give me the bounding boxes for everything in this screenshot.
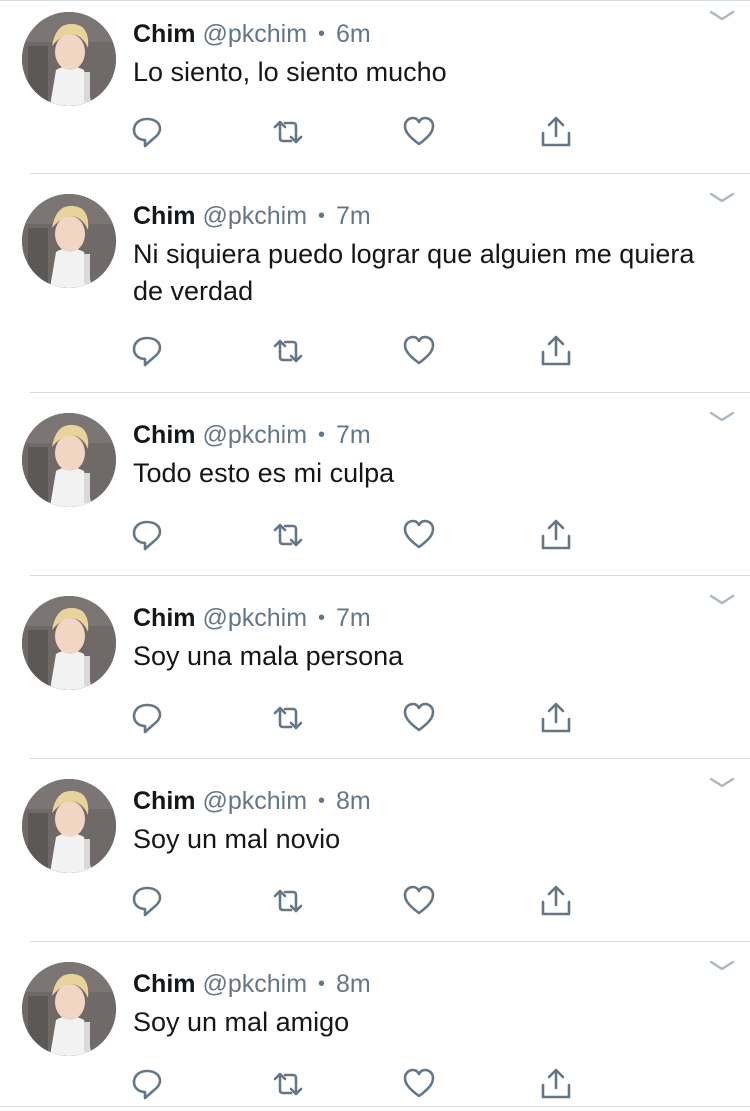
avatar[interactable] bbox=[22, 413, 116, 507]
avatar[interactable] bbox=[22, 12, 116, 106]
avatar-image bbox=[22, 596, 116, 690]
reply-icon[interactable] bbox=[130, 115, 164, 149]
heart-icon[interactable] bbox=[402, 334, 436, 368]
chevron-down-icon[interactable] bbox=[708, 958, 736, 974]
tweet-divider bbox=[30, 392, 750, 393]
bottom-divider bbox=[0, 1106, 750, 1107]
display-name[interactable]: Chim bbox=[133, 20, 196, 48]
separator-dot: • bbox=[317, 23, 325, 45]
tweet-header: Chim @pkchim • 7m bbox=[133, 200, 371, 234]
display-name[interactable]: Chim bbox=[133, 421, 196, 449]
chevron-down-icon[interactable] bbox=[708, 775, 736, 791]
heart-icon[interactable] bbox=[402, 1067, 436, 1101]
handle[interactable]: @pkchim bbox=[202, 421, 307, 449]
chevron-down-icon[interactable] bbox=[708, 592, 736, 608]
avatar[interactable] bbox=[22, 194, 116, 288]
reply-icon[interactable] bbox=[130, 884, 164, 918]
tweet-header: Chim @pkchim • 7m bbox=[133, 602, 371, 636]
timestamp[interactable]: 8m bbox=[336, 787, 371, 815]
share-icon[interactable] bbox=[539, 115, 573, 149]
timestamp[interactable]: 6m bbox=[336, 20, 371, 48]
heart-icon[interactable] bbox=[402, 518, 436, 552]
share-icon[interactable] bbox=[539, 701, 573, 735]
retweet-icon[interactable] bbox=[271, 884, 305, 918]
separator-dot: • bbox=[317, 973, 325, 995]
tweet[interactable]: Chim @pkchim • 6m Lo siento, lo siento m… bbox=[0, 0, 750, 174]
separator-dot: • bbox=[317, 790, 325, 812]
tweet-header: Chim @pkchim • 8m bbox=[133, 968, 371, 1002]
avatar[interactable] bbox=[22, 962, 116, 1056]
share-icon[interactable] bbox=[539, 1067, 573, 1101]
tweet-divider bbox=[30, 575, 750, 576]
reply-icon[interactable] bbox=[130, 701, 164, 735]
display-name[interactable]: Chim bbox=[133, 970, 196, 998]
display-name[interactable]: Chim bbox=[133, 787, 196, 815]
tweet[interactable]: Chim @pkchim • 8m Soy un mal amigo bbox=[0, 950, 750, 1110]
tweet[interactable]: Chim @pkchim • 7m Soy una mala persona bbox=[0, 584, 750, 759]
tweet-header: Chim @pkchim • 8m bbox=[133, 785, 371, 819]
separator-dot: • bbox=[317, 205, 325, 227]
tweet-text: Soy un mal novio bbox=[133, 824, 341, 854]
handle[interactable]: @pkchim bbox=[202, 202, 307, 230]
share-icon[interactable] bbox=[539, 334, 573, 368]
heart-icon[interactable] bbox=[402, 701, 436, 735]
retweet-icon[interactable] bbox=[271, 115, 305, 149]
tweet[interactable]: Chim @pkchim • 7m Todo esto es mi culpa bbox=[0, 401, 750, 576]
retweet-icon[interactable] bbox=[271, 334, 305, 368]
handle[interactable]: @pkchim bbox=[202, 787, 307, 815]
tweet-text: Lo siento, lo siento mucho bbox=[133, 57, 447, 87]
reply-icon[interactable] bbox=[130, 1067, 164, 1101]
tweet-header: Chim @pkchim • 6m bbox=[133, 18, 371, 52]
heart-icon[interactable] bbox=[402, 115, 436, 149]
avatar-image bbox=[22, 194, 116, 288]
share-icon[interactable] bbox=[539, 884, 573, 918]
tweet[interactable]: Chim @pkchim • 7m Ni siquiera puedo logr… bbox=[0, 182, 750, 393]
retweet-icon[interactable] bbox=[271, 1067, 305, 1101]
avatar[interactable] bbox=[22, 596, 116, 690]
share-icon[interactable] bbox=[539, 518, 573, 552]
handle[interactable]: @pkchim bbox=[202, 604, 307, 632]
tweet-text: Todo esto es mi culpa bbox=[133, 458, 395, 488]
tweet-divider bbox=[30, 173, 750, 174]
timestamp[interactable]: 7m bbox=[336, 421, 371, 449]
display-name[interactable]: Chim bbox=[133, 202, 196, 230]
handle[interactable]: @pkchim bbox=[202, 970, 307, 998]
avatar-image bbox=[22, 413, 116, 507]
tweet-divider bbox=[30, 758, 750, 759]
timestamp[interactable]: 8m bbox=[336, 970, 371, 998]
timestamp[interactable]: 7m bbox=[336, 202, 371, 230]
display-name[interactable]: Chim bbox=[133, 604, 196, 632]
tweet-text: Ni siquiera puedo lograr que alguien me … bbox=[133, 239, 695, 306]
tweet-header: Chim @pkchim • 7m bbox=[133, 419, 371, 453]
heart-icon[interactable] bbox=[402, 884, 436, 918]
retweet-icon[interactable] bbox=[271, 701, 305, 735]
avatar-image bbox=[22, 962, 116, 1056]
timestamp[interactable]: 7m bbox=[336, 604, 371, 632]
chevron-down-icon[interactable] bbox=[708, 190, 736, 206]
avatar-image bbox=[22, 779, 116, 873]
chevron-down-icon[interactable] bbox=[708, 409, 736, 425]
chevron-down-icon[interactable] bbox=[708, 8, 736, 24]
retweet-icon[interactable] bbox=[271, 518, 305, 552]
handle[interactable]: @pkchim bbox=[202, 20, 307, 48]
tweet[interactable]: Chim @pkchim • 8m Soy un mal novio bbox=[0, 767, 750, 942]
tweet-text: Soy un mal amigo bbox=[133, 1007, 350, 1037]
avatar-image bbox=[22, 12, 116, 106]
reply-icon[interactable] bbox=[130, 518, 164, 552]
tweet-text: Soy una mala persona bbox=[133, 641, 404, 671]
avatar[interactable] bbox=[22, 779, 116, 873]
reply-icon[interactable] bbox=[130, 334, 164, 368]
separator-dot: • bbox=[317, 424, 325, 446]
separator-dot: • bbox=[317, 607, 325, 629]
tweet-divider bbox=[30, 941, 750, 942]
